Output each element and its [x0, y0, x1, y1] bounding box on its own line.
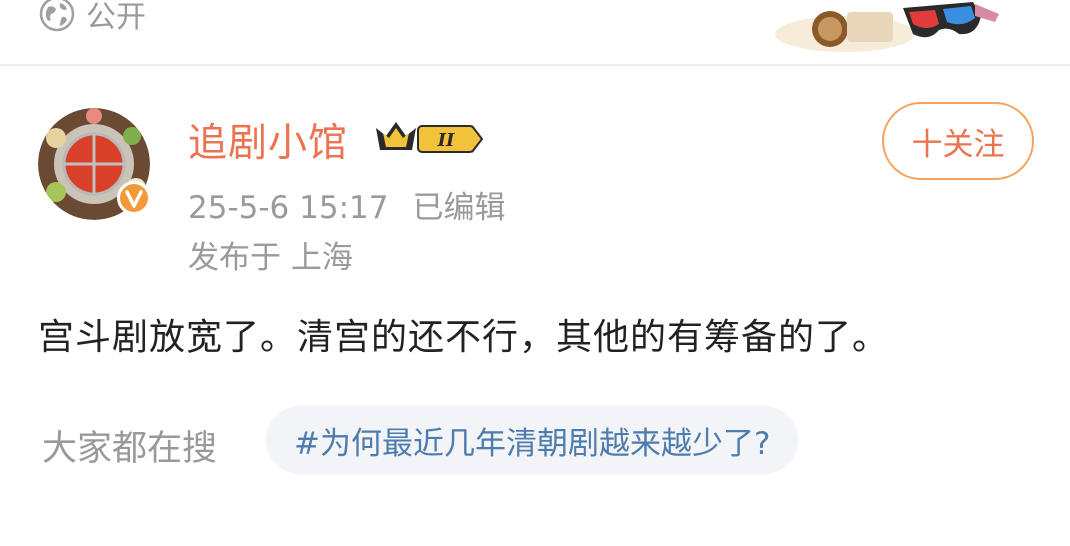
post-header-bar: 公开 [0, 0, 1070, 64]
decorative-badge-art [775, 2, 999, 52]
post-meta: 25-5-6 15:17 已编辑 [188, 182, 505, 227]
post-datetime: 25-5-6 15:17 [188, 190, 389, 226]
trending-topic-chip[interactable]: #为何最近几年清朝剧越来越少了? [266, 406, 799, 474]
post-location: 发布于 上海 [188, 240, 353, 276]
verified-badge-icon [117, 181, 151, 215]
visibility-label: 公开 [86, 0, 146, 35]
post-body: 宫斗剧放宽了。清宫的还不行，其他的有筹备的了。 [38, 317, 890, 358]
edited-label[interactable]: 已编辑 [412, 190, 505, 226]
author-name[interactable]: 追剧小馆 [188, 112, 348, 168]
trending-search-label: 大家都在搜 [42, 429, 218, 469]
globe-icon [39, 0, 75, 32]
visibility-indicator[interactable]: 公开 [38, 0, 146, 36]
member-level-badge-icon: II [376, 122, 484, 153]
follow-button[interactable]: 十关注 [882, 102, 1034, 180]
author-avatar[interactable] [38, 108, 151, 220]
member-level-text: II [437, 130, 455, 151]
header-divider [0, 64, 1070, 66]
